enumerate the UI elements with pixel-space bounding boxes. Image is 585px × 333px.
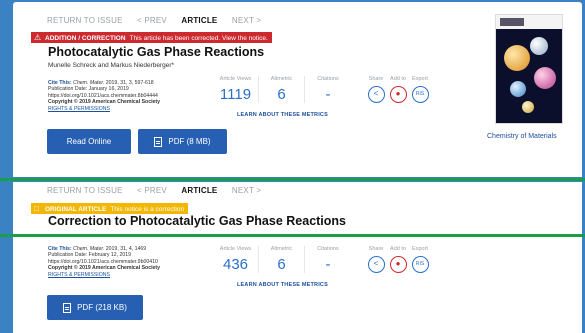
article-panel-bottom: RETURN TO ISSUE < PREV ARTICLE NEXT > □ … [13,182,582,333]
share-tools: Share < Add to ● Export RIS [365,76,431,103]
article-panel-top: RETURN TO ISSUE < PREV ARTICLE NEXT > ⚠ … [13,2,582,177]
share-tools: Share < Add to ● Export RIS [365,246,431,273]
share-icon[interactable]: < [367,86,385,103]
cover-sphere [522,101,534,113]
article-authors[interactable]: Munelle Schreck and Markus Niederberger* [48,62,174,69]
prev-link[interactable]: < PREV [137,186,167,195]
add-to-tool: Add to ● [387,76,409,103]
cite-this-link[interactable]: Cite This: [48,246,72,252]
export-tool: Export RIS [409,76,431,103]
cover-sphere [510,81,526,97]
highlight-line [0,234,585,237]
prev-link[interactable]: < PREV [137,16,167,25]
add-to-icon[interactable]: ● [389,86,407,103]
metric-altmetric[interactable]: Altmetric 6 [259,246,305,273]
highlight-line [0,178,585,181]
metric-article-views: Article Views 1119 [213,76,259,103]
alert-icon: ⚠ [34,33,42,42]
add-to-icon[interactable]: ● [389,256,407,273]
cover-sphere [504,45,530,71]
share-tool: Share < [365,246,387,273]
pdf-download-button[interactable]: PDF (218 KB) [47,295,143,320]
cover-masthead [496,15,562,29]
article-title: Correction to Photocatalytic Gas Phase R… [48,214,346,228]
return-to-issue-link[interactable]: RETURN TO ISSUE [47,186,123,195]
document-icon: □ [34,204,39,213]
journal-logo [500,18,524,26]
article-nav: RETURN TO ISSUE < PREV ARTICLE NEXT > [47,186,273,195]
article-tab: ARTICLE [181,16,218,25]
export-icon[interactable]: RIS [411,256,429,273]
export-icon[interactable]: RIS [411,86,429,103]
metric-citations: Citations - [317,76,339,103]
learn-metrics-link[interactable]: LEARN ABOUT THESE METRICS [237,112,328,118]
return-to-issue-link[interactable]: RETURN TO ISSUE [47,16,123,25]
original-article-badge[interactable]: □ ORIGINAL ARTICLE This notice is a corr… [31,203,189,214]
citation-block: Cite This: Chem. Mater. 2019, 31, 3, 597… [48,80,208,112]
cite-this-link[interactable]: Cite This: [48,80,72,86]
add-to-tool: Add to ● [387,246,409,273]
article-tab: ARTICLE [181,186,218,195]
journal-name-link[interactable]: Chemistry of Materials [487,133,557,140]
pdf-icon [154,136,163,147]
metric-article-views: Article Views 436 [213,246,259,273]
correction-badge[interactable]: ⚠ ADDITION / CORRECTION This article has… [31,32,272,43]
journal-cover-image[interactable] [495,14,563,124]
rights-permissions-link[interactable]: RIGHTS & PERMISSIONS [48,272,208,278]
read-online-button[interactable]: Read Online [47,129,131,154]
pdf-download-button[interactable]: PDF (8 MB) [138,129,227,154]
citation-block: Cite This: Chem. Mater. 2019, 31, 4, 146… [48,246,208,278]
next-link[interactable]: NEXT > [232,186,261,195]
pdf-icon [63,302,72,313]
article-title: Photocatalytic Gas Phase Reactions [48,45,265,59]
cover-sphere [530,37,548,55]
article-nav: RETURN TO ISSUE < PREV ARTICLE NEXT > [47,16,273,25]
export-tool: Export RIS [409,246,431,273]
metric-citations: Citations - [317,246,339,273]
next-link[interactable]: NEXT > [232,16,261,25]
article-metrics: Article Views 436 Altmetric 6 Citations … [213,246,351,273]
cover-sphere [534,67,556,89]
metric-altmetric[interactable]: Altmetric 6 [259,76,305,103]
rights-permissions-link[interactable]: RIGHTS & PERMISSIONS [48,106,208,112]
share-tool: Share < [365,76,387,103]
article-metrics: Article Views 1119 Altmetric 6 Citations… [213,76,351,103]
share-icon[interactable]: < [367,256,385,273]
learn-metrics-link[interactable]: LEARN ABOUT THESE METRICS [237,282,328,288]
